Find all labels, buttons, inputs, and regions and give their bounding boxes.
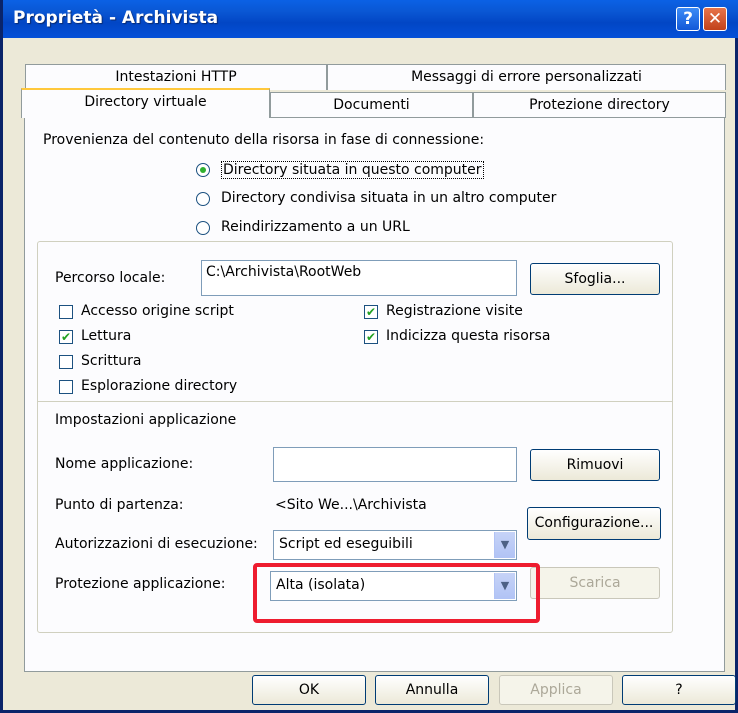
app-protection-label: Protezione applicazione: [55,576,226,592]
apply-button[interactable]: Applica [499,675,613,705]
checkbox-script-source-access[interactable] [59,305,73,319]
app-name-input[interactable] [273,447,517,482]
write-label[interactable]: Scrittura [81,353,141,369]
radio-local-directory-label[interactable]: Directory situata in questo computer [221,161,484,179]
configuration-button[interactable]: Configurazione... [527,507,661,540]
script-source-access-label[interactable]: Accesso origine script [81,303,234,319]
remove-button[interactable]: Rimuovi [530,449,660,481]
checkbox-index-resource[interactable]: ✔ [364,330,378,344]
radio-shared-directory-label[interactable]: Directory condivisa situata in un altro … [221,190,556,206]
checkbox-log-visits[interactable]: ✔ [364,305,378,319]
log-visits-label[interactable]: Registrazione visite [386,303,523,319]
unload-button[interactable]: Scarica [530,567,660,599]
exec-permissions-value: Script ed eseguibili [279,536,413,552]
properties-dialog: Proprietà - Archivista ? ✕ Intestazioni … [0,0,738,713]
start-point-label: Punto di partenza: [55,497,184,513]
directory-browsing-label[interactable]: Esplorazione directory [81,378,237,394]
radio-selected-dot [200,167,206,173]
cancel-button[interactable]: Annulla [375,675,489,705]
radio-local-directory[interactable] [196,163,210,177]
local-path-input[interactable]: C:\Archivista\RootWeb [201,260,517,296]
local-path-label: Percorso locale: [55,270,166,286]
group-separator [37,401,673,402]
radio-url-redirect-label[interactable]: Reindirizzamento a un URL [221,219,410,235]
app-settings-heading: Impostazioni applicazione [55,412,237,428]
help-button[interactable]: ? [622,675,736,705]
exec-permissions-select[interactable]: Script ed eseguibili ▼ [273,530,517,560]
source-heading: Provenienza del contenuto della risorsa … [43,132,485,148]
ok-button[interactable]: OK [252,675,366,705]
checkbox-read[interactable]: ✔ [59,330,73,344]
chevron-down-icon[interactable]: ▼ [494,532,515,558]
app-name-label: Nome applicazione: [55,456,194,472]
local-path-value: C:\Archivista\RootWeb [206,264,362,280]
exec-permissions-label: Autorizzazioni di esecuzione: [55,536,258,552]
index-resource-label[interactable]: Indicizza questa risorsa [386,328,550,344]
start-point-value: <Sito We...\Archivista [275,497,427,513]
checkbox-directory-browsing[interactable] [59,380,73,394]
browse-button[interactable]: Sfoglia... [530,263,660,295]
checkbox-write[interactable] [59,355,73,369]
radio-url-redirect[interactable] [196,221,210,235]
read-label[interactable]: Lettura [81,328,131,344]
radio-shared-directory[interactable] [196,192,210,206]
highlight-box [253,563,540,623]
